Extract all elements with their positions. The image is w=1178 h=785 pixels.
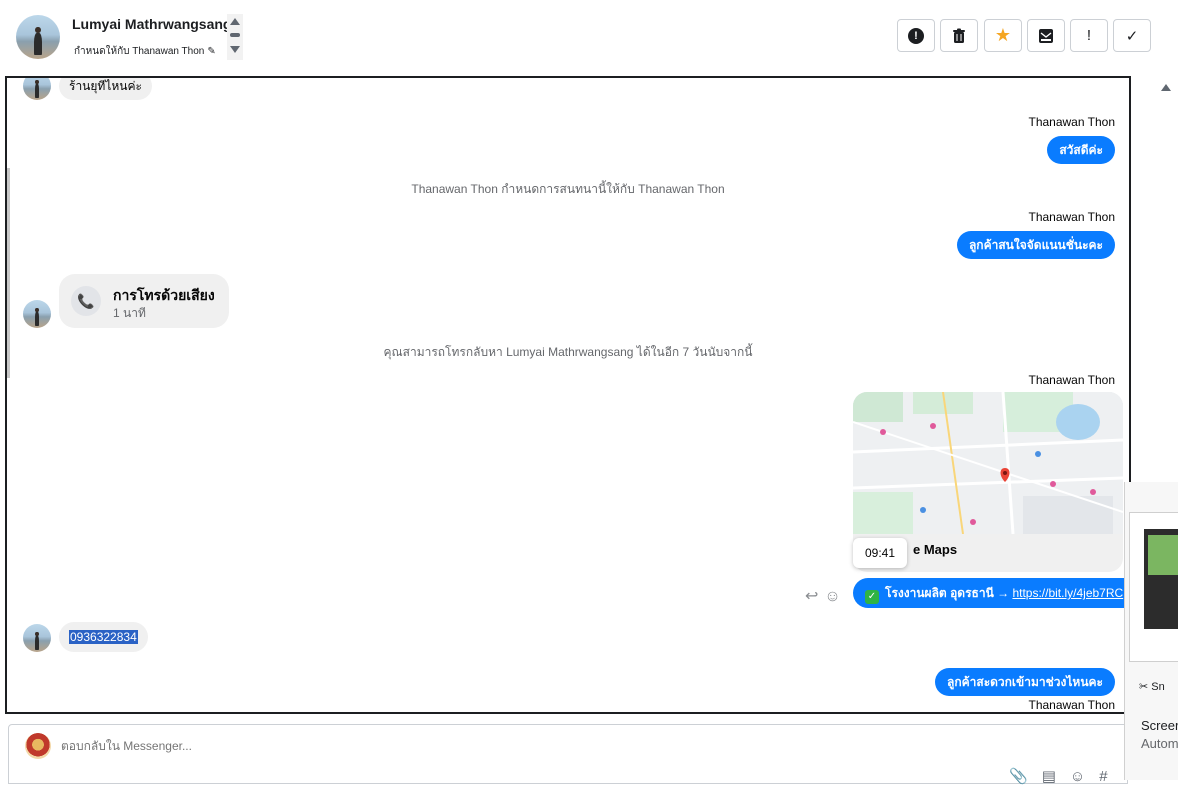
hashtag-icon[interactable]: # — [1099, 768, 1107, 785]
call-duration: 1 นาที — [113, 306, 146, 320]
template-icon[interactable]: ▤ — [1042, 768, 1056, 785]
contact-avatar-small — [23, 300, 51, 328]
star-icon: ★ — [994, 25, 1012, 45]
conversation-nav-arrows[interactable] — [227, 14, 243, 60]
message-link[interactable]: https://bit.ly/4jeb7RC — [1012, 586, 1123, 600]
chevron-down-icon[interactable] — [230, 46, 240, 53]
flag-button[interactable]: ! — [1070, 19, 1108, 52]
phone-number-text[interactable]: 0936322834 — [69, 630, 138, 644]
sender-name: Thanawan Thon — [1028, 115, 1115, 129]
snipping-tool-label: ✂ Sn — [1139, 680, 1165, 693]
message-actions: ↩ ☺ — [805, 586, 847, 606]
check-box-icon: ✓ — [865, 590, 879, 604]
scissors-icon: ✂ — [1139, 681, 1149, 693]
screenshot-preview-overlay[interactable]: ✂ Sn Screer Autom — [1124, 482, 1178, 780]
composer-toolbar: 📎 ▤ ☺ # — [1009, 767, 1122, 785]
assignee-label[interactable]: กำหนดให้กับ Thanawan Thon ✎ — [74, 44, 216, 59]
contact-avatar-small — [23, 78, 51, 100]
pencil-icon[interactable]: ✎ — [207, 46, 215, 57]
sender-name: Thanawan Thon — [1028, 210, 1115, 224]
trash-icon — [953, 28, 965, 43]
contact-avatar-small — [23, 624, 51, 652]
delete-button[interactable] — [940, 19, 978, 52]
incoming-message[interactable]: 0936322834 — [59, 622, 148, 652]
check-icon: ✓ — [1125, 27, 1139, 45]
sender-name: Thanawan Thon — [1028, 698, 1115, 712]
star-button[interactable]: ★ — [984, 19, 1022, 52]
system-notice: Thanawan Thon กำหนดการสนทนานี้ให้กับ Tha… — [411, 182, 725, 196]
report-button[interactable]: ! — [897, 19, 935, 52]
react-icon[interactable]: ☺ — [824, 588, 840, 605]
archive-mail-icon — [1039, 28, 1053, 43]
phone-icon: 📞 — [71, 286, 101, 316]
overlay-subtitle: Autom — [1141, 736, 1178, 751]
reply-icon[interactable]: ↩ — [805, 588, 818, 605]
overlay-title: Screer — [1141, 718, 1178, 733]
snip-text: Sn — [1151, 681, 1165, 693]
chevron-up-icon[interactable] — [230, 18, 240, 25]
screenshot-thumbnail[interactable] — [1129, 512, 1178, 662]
conversation-header: Lumyai Mathrwangsang กำหนดให้กับ Thanawa… — [0, 0, 1178, 76]
voice-call-card[interactable]: 📞 การโทรด้วยเสียง 1 นาที — [59, 274, 229, 328]
contact-avatar[interactable] — [16, 15, 60, 59]
archive-button[interactable] — [1027, 19, 1065, 52]
incoming-message[interactable]: ร้านยุทีไหนค่ะ — [59, 78, 152, 100]
emoji-icon[interactable]: ☺ — [1070, 768, 1085, 785]
outgoing-message[interactable]: ลูกค้าสนใจจัดแนนชั่นะคะ — [956, 231, 1115, 259]
assignee-text: กำหนดให้กับ Thanawan Thon — [74, 46, 205, 57]
link-message-text: โรงงานผลิต อุดรธานี → — [885, 586, 1013, 600]
outgoing-message[interactable]: สวัสดีค่ะ — [1047, 136, 1115, 164]
page-avatar — [25, 733, 51, 759]
reply-input[interactable] — [61, 739, 761, 753]
mark-done-button[interactable]: ✓ — [1113, 19, 1151, 52]
exclamation-icon: ! — [1086, 27, 1092, 44]
timestamp-tooltip: 09:41 — [853, 538, 907, 568]
separator-icon — [230, 33, 240, 37]
message-thread[interactable]: ร้านยุทีไหนค่ะ Thanawan Thon สวัสดีค่ะ T… — [5, 76, 1131, 714]
system-notice: คุณสามารถโทรกลับหา Lumyai Mathrwangsang … — [383, 345, 753, 359]
reply-composer: 📎 ▤ ☺ # — [8, 724, 1128, 785]
contact-name[interactable]: Lumyai Mathrwangsang — [72, 16, 231, 32]
scroll-up-arrow-icon[interactable] — [1161, 84, 1171, 91]
outgoing-link-message[interactable]: ✓ โรงงานผลิต อุดรธานี → https://bit.ly/4j… — [853, 578, 1129, 608]
outgoing-message[interactable]: ลูกค้าสะดวกเข้ามาช่วงไหนคะ — [934, 668, 1115, 696]
map-caption: e Maps — [913, 542, 958, 557]
attach-icon[interactable]: 📎 — [1009, 768, 1028, 785]
sender-name: Thanawan Thon — [1028, 373, 1115, 387]
map-preview — [853, 392, 1123, 534]
report-icon: ! — [908, 27, 924, 44]
